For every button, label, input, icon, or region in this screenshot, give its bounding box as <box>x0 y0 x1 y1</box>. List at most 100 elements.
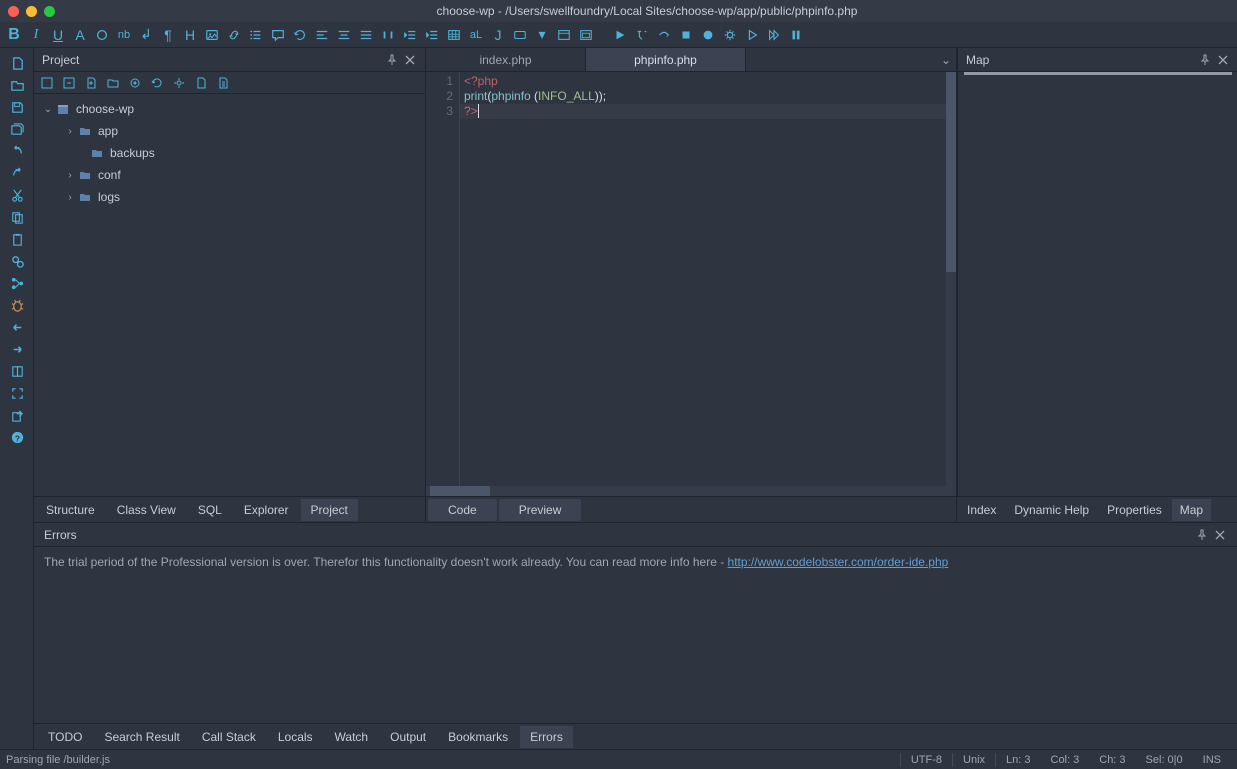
play-outline-button[interactable] <box>742 25 762 45</box>
tree-item-backups[interactable]: backups <box>34 142 425 164</box>
tab-dynamic-help[interactable]: Dynamic Help <box>1006 499 1097 521</box>
tree-item-app[interactable]: › app <box>34 120 425 142</box>
open-folder-icon[interactable] <box>0 74 34 96</box>
refresh-tree-icon[interactable] <box>148 74 166 92</box>
doc-icon[interactable] <box>214 74 232 92</box>
editor-body[interactable]: 1 2 3 <?php print(phpinfo (INFO_ALL)); ?… <box>426 72 956 496</box>
outdent-button[interactable] <box>400 25 420 45</box>
close-panel-icon[interactable] <box>1216 53 1230 67</box>
map-body[interactable] <box>958 72 1237 496</box>
step-in-button[interactable] <box>632 25 652 45</box>
chevron-right-icon[interactable]: › <box>64 170 76 181</box>
window-2-button[interactable] <box>576 25 596 45</box>
close-panel-icon[interactable] <box>1213 528 1227 542</box>
tab-properties[interactable]: Properties <box>1099 499 1170 521</box>
tab-errors[interactable]: Errors <box>520 726 573 748</box>
indent-button[interactable] <box>422 25 442 45</box>
book-icon[interactable] <box>0 360 34 382</box>
editor-horizontal-scrollbar[interactable] <box>426 486 956 496</box>
fast-forward-button[interactable] <box>764 25 784 45</box>
bug-icon[interactable] <box>0 294 34 316</box>
bold-button[interactable]: B <box>4 25 24 45</box>
tab-structure[interactable]: Structure <box>36 499 105 521</box>
align-left-button[interactable] <box>312 25 332 45</box>
settings-tree-icon[interactable] <box>170 74 188 92</box>
tab-watch[interactable]: Watch <box>325 726 379 748</box>
file-icon[interactable] <box>192 74 210 92</box>
back-icon[interactable] <box>0 316 34 338</box>
tabs-dropdown-icon[interactable]: ⌄ <box>936 48 956 71</box>
minimize-window-button[interactable] <box>26 6 37 17</box>
tab-locals[interactable]: Locals <box>268 726 323 748</box>
link-button[interactable] <box>224 25 244 45</box>
italic-button[interactable]: I <box>26 25 46 45</box>
collapse-all-icon[interactable] <box>60 74 78 92</box>
shape-tool-button[interactable] <box>92 25 112 45</box>
paragraph-button[interactable]: ¶ <box>158 25 178 45</box>
tab-code[interactable]: Code <box>428 499 497 521</box>
window-1-button[interactable] <box>554 25 574 45</box>
horizontal-scroll-thumb[interactable] <box>430 486 490 496</box>
image-button[interactable] <box>202 25 222 45</box>
tab-sql[interactable]: SQL <box>188 499 232 521</box>
forward-icon[interactable] <box>0 338 34 360</box>
paste-icon[interactable] <box>0 228 34 250</box>
file-tree[interactable]: ⌄ choose-wp › app backups <box>34 94 425 496</box>
tree-root[interactable]: ⌄ choose-wp <box>34 98 425 120</box>
tab-call-stack[interactable]: Call Stack <box>192 726 266 748</box>
comment-button[interactable] <box>268 25 288 45</box>
breakpoint-button[interactable] <box>698 25 718 45</box>
stop-button[interactable] <box>676 25 696 45</box>
expand-all-icon[interactable] <box>38 74 56 92</box>
cut-icon[interactable] <box>0 184 34 206</box>
run-button[interactable] <box>378 25 398 45</box>
export-icon[interactable] <box>0 404 34 426</box>
editor-tab-phpinfo[interactable]: phpinfo.php <box>586 48 746 71</box>
close-panel-icon[interactable] <box>403 53 417 67</box>
fullscreen-icon[interactable] <box>0 382 34 404</box>
j-button[interactable]: J <box>488 25 508 45</box>
chevron-down-icon[interactable]: ⌄ <box>42 104 54 115</box>
nbsp-button[interactable]: nb <box>114 25 134 45</box>
editor-vertical-scrollbar[interactable] <box>946 72 956 486</box>
pin-icon[interactable] <box>1195 528 1209 542</box>
status-eol[interactable]: Unix <box>953 754 995 766</box>
step-over-button[interactable] <box>654 25 674 45</box>
undo-icon[interactable] <box>0 140 34 162</box>
copy-icon[interactable] <box>0 206 34 228</box>
tree-view-icon[interactable] <box>0 272 34 294</box>
text-tool-button[interactable]: A <box>70 25 90 45</box>
dropdown-1-button[interactable]: ▾ <box>532 25 552 45</box>
tab-index[interactable]: Index <box>959 499 1004 521</box>
align-justify-button[interactable] <box>356 25 376 45</box>
redo-icon[interactable] <box>0 162 34 184</box>
add-file-icon[interactable] <box>82 74 100 92</box>
tab-map[interactable]: Map <box>1172 499 1211 521</box>
tab-explorer[interactable]: Explorer <box>234 499 299 521</box>
list-button[interactable] <box>246 25 266 45</box>
pin-icon[interactable] <box>385 53 399 67</box>
status-encoding[interactable]: UTF-8 <box>901 754 952 766</box>
underline-button[interactable]: U <box>48 25 68 45</box>
tree-item-logs[interactable]: › logs <box>34 186 425 208</box>
pause-button[interactable] <box>786 25 806 45</box>
tab-search-result[interactable]: Search Result <box>94 726 189 748</box>
chevron-right-icon[interactable]: › <box>64 192 76 203</box>
chevron-right-icon[interactable]: › <box>64 126 76 137</box>
help-icon[interactable]: ? <box>0 426 34 448</box>
code-content[interactable]: <?php print(phpinfo (INFO_ALL)); ?> <box>460 72 956 496</box>
tree-item-conf[interactable]: › conf <box>34 164 425 186</box>
tab-output[interactable]: Output <box>380 726 436 748</box>
tab-project[interactable]: Project <box>301 499 358 521</box>
refresh-button[interactable] <box>290 25 310 45</box>
pin-icon[interactable] <box>1198 53 1212 67</box>
vertical-scroll-thumb[interactable] <box>946 72 956 272</box>
debug-run-button[interactable] <box>610 25 630 45</box>
heading-button[interactable]: H <box>180 25 200 45</box>
tab-todo[interactable]: TODO <box>38 726 92 748</box>
add-folder-icon[interactable] <box>104 74 122 92</box>
maximize-window-button[interactable] <box>44 6 55 17</box>
locate-icon[interactable] <box>126 74 144 92</box>
line-break-button[interactable]: ↲ <box>136 25 156 45</box>
lowercase-button[interactable]: aL <box>466 25 486 45</box>
